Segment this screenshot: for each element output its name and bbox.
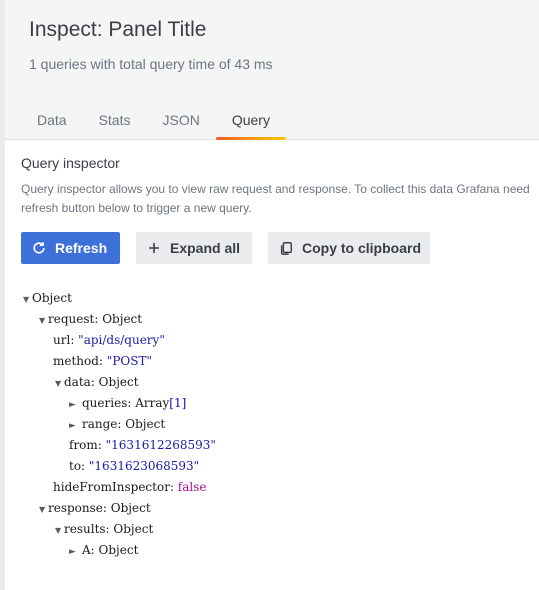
tree-node-queries[interactable]: ► queries: Array[1] (69, 394, 186, 412)
caret-down-icon: ▼ (39, 316, 46, 325)
tree-node-range[interactable]: ► range: Object (69, 415, 165, 433)
caret-right-icon: ► (69, 547, 76, 557)
copy-to-clipboard-label: Copy to clipboard (302, 240, 421, 256)
tree-key: results (64, 522, 106, 536)
caret-down-icon: ▼ (55, 526, 62, 535)
tree-node-a[interactable]: ► A: Object (69, 541, 138, 559)
section-title: Query inspector (21, 155, 120, 171)
inspect-drawer: Inspect: Panel Title 1 queries with tota… (5, 0, 539, 590)
tab-json[interactable]: JSON (146, 104, 215, 140)
tree-key: hideFromInspector (53, 480, 170, 494)
tree-value: Object (113, 522, 154, 536)
tree-node-response[interactable]: ▼ response: Object (39, 499, 151, 517)
plus-icon (146, 240, 162, 256)
tree-value: Array (135, 396, 170, 410)
tree-root[interactable]: ▼ Object (23, 289, 72, 307)
tree-value: false (177, 480, 207, 494)
copy-to-clipboard-button[interactable]: Copy to clipboard (268, 232, 430, 264)
tree-key: request (48, 312, 95, 326)
copy-icon (278, 240, 294, 256)
caret-down-icon: ▼ (55, 379, 62, 388)
tree-key: A (82, 543, 91, 557)
tree-key: range (82, 417, 118, 431)
expand-all-button[interactable]: Expand all (136, 232, 252, 264)
refresh-button[interactable]: Refresh (21, 232, 120, 264)
page-subtitle: 1 queries with total query time of 43 ms (29, 56, 273, 72)
tree-leaf-method: method: "POST" (53, 354, 152, 368)
caret-down-icon: ▼ (23, 295, 30, 304)
tree-value: Object (102, 312, 143, 326)
tree-key: from (69, 438, 98, 452)
tab-query[interactable]: Query (215, 104, 287, 140)
drawer-header: Inspect: Panel Title 1 queries with tota… (5, 0, 539, 140)
caret-right-icon: ► (69, 421, 76, 431)
refresh-icon (31, 240, 47, 256)
query-inspector-panel: Query inspector Query inspector allows y… (5, 140, 539, 590)
tree-leaf-from: from: "1631612268593" (69, 438, 216, 452)
tree-key: data (64, 375, 91, 389)
tree-key: response (48, 501, 103, 515)
tree-value: Object (110, 501, 151, 515)
tree-key: method (53, 354, 99, 368)
refresh-label: Refresh (55, 240, 108, 256)
tree-value: Object (98, 375, 139, 389)
caret-down-icon: ▼ (39, 505, 46, 514)
description-line-2: refresh button below to trigger a new qu… (21, 201, 252, 215)
tree-node-data[interactable]: ▼ data: Object (55, 373, 139, 391)
tab-bar: Data Stats JSON Query (21, 104, 287, 140)
tree-node-request[interactable]: ▼ request: Object (39, 310, 142, 328)
tab-stats[interactable]: Stats (83, 104, 147, 140)
tree-node-results[interactable]: ▼ results: Object (55, 520, 153, 538)
array-count: [1] (169, 396, 187, 410)
page-title: Inspect: Panel Title (29, 18, 207, 41)
section-description: Query inspector allows you to view raw r… (21, 180, 539, 218)
expand-all-label: Expand all (170, 240, 241, 256)
tree-value: Object (125, 417, 166, 431)
description-line-1: Query inspector allows you to view raw r… (21, 182, 530, 196)
tree-value: Object (98, 543, 139, 557)
tree-value: "api/ds/query" (78, 333, 165, 347)
tree-key: to (69, 459, 82, 473)
tree-leaf-to: to: "1631623068593" (69, 459, 200, 473)
tab-data[interactable]: Data (21, 104, 83, 140)
tree-key: url (53, 333, 71, 347)
tree-leaf-hide-from-inspector: hideFromInspector: false (53, 480, 207, 494)
tree-value: "1631623068593" (88, 459, 200, 473)
tree-key: queries (82, 396, 128, 410)
caret-right-icon: ► (69, 400, 76, 410)
tree-leaf-url: url: "api/ds/query" (53, 333, 165, 347)
tree-value: "1631612268593" (105, 438, 216, 452)
tree-value: "POST" (106, 354, 152, 368)
